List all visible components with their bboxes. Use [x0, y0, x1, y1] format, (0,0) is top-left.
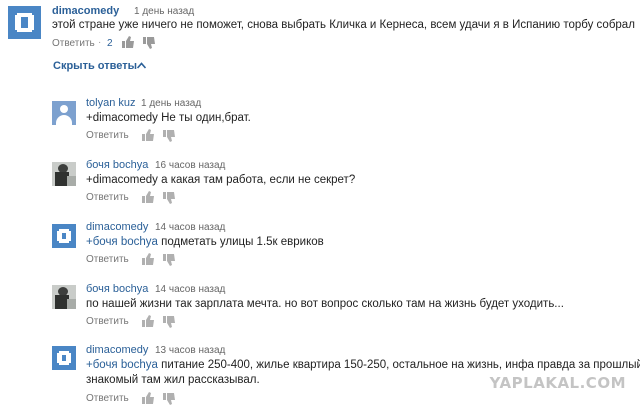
comment-time[interactable]: 1 день назад: [134, 6, 194, 17]
comment-time[interactable]: 13 часов назад: [155, 345, 225, 356]
comment-author[interactable]: бочя bochya: [86, 283, 148, 295]
thumb-up-icon[interactable]: [142, 253, 154, 265]
mention-link[interactable]: +бочя bochya: [86, 236, 158, 248]
avatar[interactable]: [52, 346, 76, 370]
reply-button[interactable]: Ответить: [86, 130, 129, 141]
thumb-up-icon[interactable]: [142, 392, 154, 404]
comment-text: +бочя bochya питание 250-400, жилье квар…: [86, 357, 640, 373]
comment-text-body: питание 250-400, жилье квартира 150-250,…: [157, 359, 640, 371]
thumb-up-icon[interactable]: [142, 129, 154, 141]
comment-author[interactable]: dimacomedy: [52, 5, 119, 17]
watermark: YAPLAKAL.COM: [489, 374, 626, 392]
comment-text: по нашей жизни так зарплата мечта. но во…: [86, 298, 564, 310]
hide-replies-label[interactable]: Скрыть ответы: [53, 60, 137, 72]
comment-text-line2: знакомый там жил рассказывал.: [86, 374, 260, 386]
comment-time[interactable]: 1 день назад: [141, 98, 201, 109]
thumb-up-icon[interactable]: [122, 36, 134, 48]
reply-button[interactable]: Ответить: [86, 393, 129, 404]
comment-text: +dimacomedy а какая там работа, если не …: [86, 174, 356, 186]
comment-text-body: подметать улицы 1.5к евриков: [157, 236, 324, 248]
thumb-down-icon[interactable]: [163, 254, 175, 266]
comment-time[interactable]: 14 часов назад: [155, 284, 225, 295]
comment-author[interactable]: tolyan kuz: [86, 97, 136, 109]
avatar[interactable]: [8, 6, 41, 39]
comment-text: +dimacomedy Не ты один,брат.: [86, 112, 251, 124]
reply-button[interactable]: Ответить: [52, 38, 95, 49]
thumb-up-icon[interactable]: [142, 191, 154, 203]
thumb-down-icon[interactable]: [163, 316, 175, 328]
thumb-down-icon[interactable]: [163, 393, 175, 405]
comment-time[interactable]: 16 часов назад: [155, 160, 225, 171]
comment-author[interactable]: dimacomedy: [86, 344, 148, 356]
comment-text: этой стране уже ничего не поможет, снова…: [52, 19, 635, 31]
comment-text: +бочя bochya подметать улицы 1.5к еврико…: [86, 234, 324, 250]
avatar[interactable]: [52, 101, 76, 125]
avatar[interactable]: [52, 224, 76, 248]
avatar[interactable]: [52, 285, 76, 309]
comment-author[interactable]: dimacomedy: [86, 221, 148, 233]
comment-author[interactable]: бочя bochya: [86, 159, 148, 171]
comment-time[interactable]: 14 часов назад: [155, 222, 225, 233]
reply-button[interactable]: Ответить: [86, 316, 129, 327]
thumb-up-icon[interactable]: [142, 315, 154, 327]
chevron-up-icon[interactable]: [137, 62, 146, 69]
reply-button[interactable]: Ответить: [86, 192, 129, 203]
reply-button[interactable]: Ответить: [86, 254, 129, 265]
thumb-down-icon[interactable]: [163, 130, 175, 142]
avatar[interactable]: [52, 162, 76, 186]
mention-link[interactable]: +бочя bochya: [86, 359, 158, 371]
thumb-down-icon[interactable]: [143, 37, 155, 49]
separator-dot: ·: [98, 37, 102, 48]
like-count: 2: [107, 38, 113, 49]
thumb-down-icon[interactable]: [163, 192, 175, 204]
